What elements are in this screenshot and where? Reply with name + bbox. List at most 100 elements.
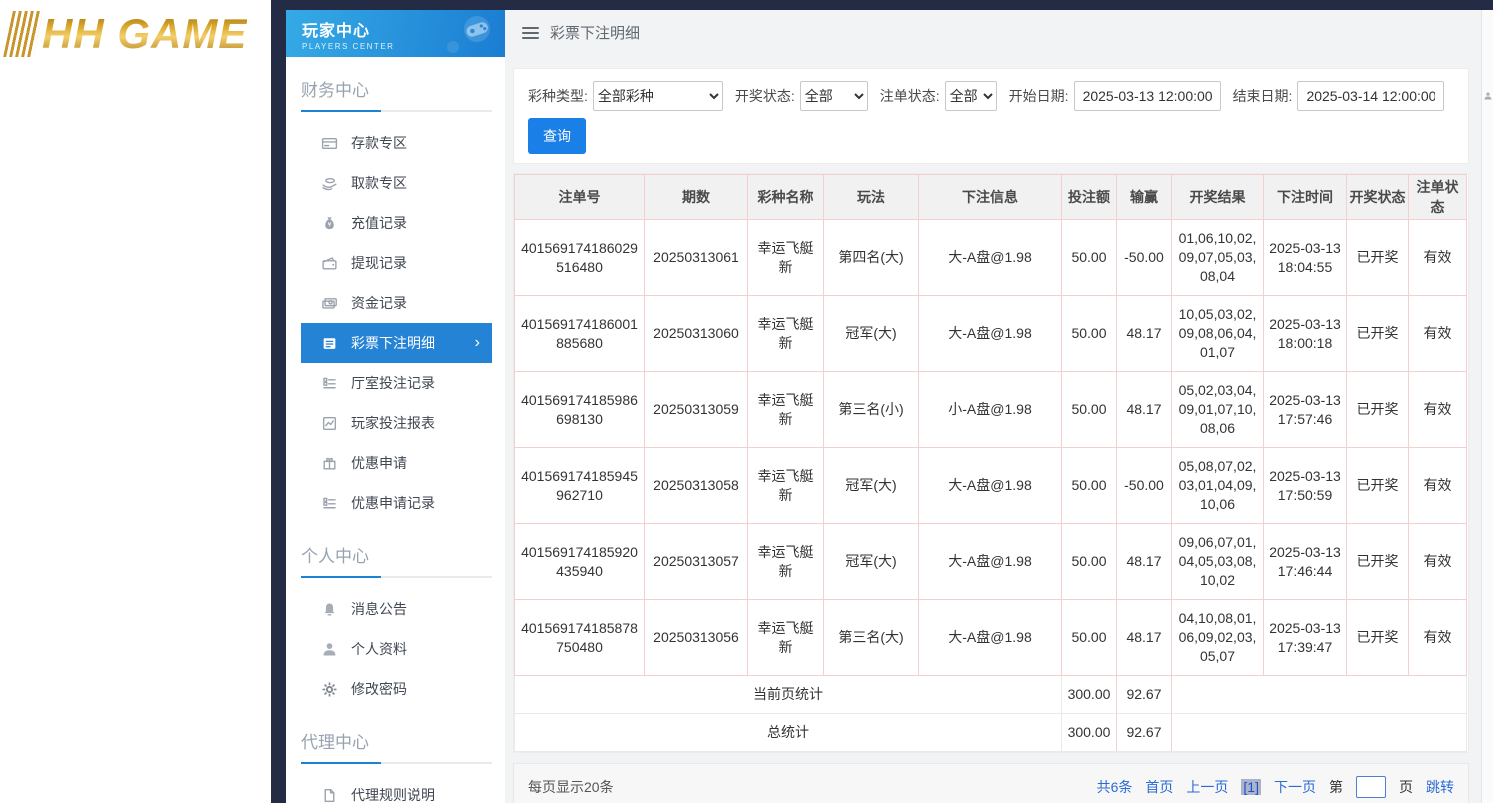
bet-status-label: 注单状态:: [880, 86, 940, 106]
sidebar-item-彩票下注明细[interactable]: 彩票下注明细›: [301, 323, 492, 363]
gift-icon: [321, 455, 338, 472]
summary-row: 当前页统计300.0092.67: [515, 676, 1467, 714]
report-chart-icon: [321, 415, 338, 432]
brand-logo[interactable]: HH GAME: [8, 8, 247, 60]
sidebar-item-优惠申请记录[interactable]: 优惠申请记录: [286, 483, 505, 523]
sidebar-item-存款专区[interactable]: 存款专区: [286, 123, 505, 163]
bet-status-select[interactable]: 全部: [945, 81, 997, 111]
table-cell: 20250313057: [645, 524, 748, 600]
sidebar-item-取款专区[interactable]: 取款专区: [286, 163, 505, 203]
column-header: 投注额: [1062, 175, 1117, 220]
table-cell: 05,08,07,02,03,01,04,09,10,06: [1172, 448, 1264, 524]
table-cell: 50.00: [1062, 448, 1117, 524]
sidebar-item-玩家投注报表[interactable]: 玩家投注报表: [286, 403, 505, 443]
table-cell: 有效: [1409, 220, 1467, 296]
sidebar-item-个人资料[interactable]: 个人资料: [286, 629, 505, 669]
prev-page-link[interactable]: 上一页: [1186, 777, 1228, 797]
logo-panel: HH GAME: [0, 0, 271, 803]
table-cell: 2025-03-13 17:57:46: [1264, 372, 1347, 448]
table-cell: 已开奖: [1347, 372, 1409, 448]
page-title: 彩票下注明细: [550, 22, 640, 43]
bet-table: 注单号期数彩种名称玩法下注信息投注额输赢开奖结果下注时间开奖状态注单状态 401…: [514, 174, 1467, 752]
current-page-indicator: [1]: [1241, 779, 1261, 795]
summary-empty: [1172, 676, 1467, 714]
jump-suffix-text: 页: [1399, 777, 1413, 797]
table-cell: 01,06,10,02,09,07,05,03,08,04: [1172, 220, 1264, 296]
sidebar-item-厅室投注记录[interactable]: 厅室投注记录: [286, 363, 505, 403]
table-cell: 有效: [1409, 372, 1467, 448]
table-row: 40156917418598669813020250313059幸运飞艇新第三名…: [515, 372, 1467, 448]
end-date-input[interactable]: [1297, 81, 1444, 111]
sidebar-item-消息公告[interactable]: 消息公告: [286, 589, 505, 629]
collapsed-right-rail[interactable]: [1481, 0, 1493, 803]
table-cell: 冠军(大): [824, 296, 919, 372]
table-cell: 2025-03-13 18:00:18: [1264, 296, 1347, 372]
table-row: 40156917418587875048020250313056幸运飞艇新第三名…: [515, 600, 1467, 676]
list-icon: [321, 495, 338, 512]
list-icon: [321, 375, 338, 392]
end-date-label: 结束日期:: [1233, 86, 1293, 106]
table-cell: 48.17: [1117, 600, 1172, 676]
draw-status-select[interactable]: 全部: [800, 81, 868, 111]
summary-bet-total: 300.00: [1062, 676, 1117, 714]
sidebar-item-优惠申请[interactable]: 优惠申请: [286, 443, 505, 483]
draw-status-label: 开奖状态:: [735, 86, 795, 106]
summary-empty: [1172, 714, 1467, 752]
column-header: 下注信息: [919, 175, 1062, 220]
sidebar-item-充值记录[interactable]: ¥ 充值记录: [286, 203, 505, 243]
table-cell: 有效: [1409, 524, 1467, 600]
table-cell: 2025-03-13 17:39:47: [1264, 600, 1347, 676]
table-cell: 小-A盘@1.98: [919, 372, 1062, 448]
table-cell: 20250313058: [645, 448, 748, 524]
column-header: 注单号: [515, 175, 645, 220]
wallet-icon: [321, 255, 338, 272]
hamburger-menu-icon[interactable]: [522, 27, 539, 39]
sidebar-item-label: 代理规则说明: [351, 785, 435, 803]
table-cell: 50.00: [1062, 372, 1117, 448]
jump-prefix-text: 第: [1329, 777, 1343, 797]
sidebar-item-修改密码[interactable]: 修改密码: [286, 669, 505, 709]
sidebar-item-label: 充值记录: [351, 213, 407, 233]
jump-button[interactable]: 跳转: [1426, 777, 1454, 797]
table-cell: 第三名(小): [824, 372, 919, 448]
filter-panel: 彩种类型: 全部彩种 开奖状态: 全部 注单状态: 全部 开始日期: 结束日期:…: [513, 68, 1469, 164]
sidebar-item-label: 提现记录: [351, 253, 407, 273]
summary-winloss-total: 92.67: [1117, 714, 1172, 752]
table-cell: 05,02,03,04,09,01,07,10,08,06: [1172, 372, 1264, 448]
summary-bet-total: 300.00: [1062, 714, 1117, 752]
column-header: 开奖结果: [1172, 175, 1264, 220]
table-cell: 401569174186029516480: [515, 220, 645, 296]
lottery-type-select[interactable]: 全部彩种: [593, 81, 723, 111]
table-cell: 幸运飞艇新: [748, 372, 824, 448]
sidebar-item-label: 厅室投注记录: [351, 373, 435, 393]
sidebar-item-label: 个人资料: [351, 639, 407, 659]
table-cell: 大-A盘@1.98: [919, 448, 1062, 524]
bet-detail-icon: [321, 335, 338, 352]
sidebar-item-label: 优惠申请记录: [351, 493, 435, 513]
table-cell: 2025-03-13 17:50:59: [1264, 448, 1347, 524]
sidebar-item-提现记录[interactable]: 提现记录: [286, 243, 505, 283]
sidebar-item-代理规则说明[interactable]: 代理规则说明: [286, 775, 505, 803]
summary-winloss-total: 92.67: [1117, 676, 1172, 714]
person-icon: [321, 641, 338, 658]
table-cell: 已开奖: [1347, 524, 1409, 600]
next-page-link[interactable]: 下一页: [1274, 777, 1316, 797]
section-title: 代理中心: [301, 728, 490, 753]
start-date-input[interactable]: [1074, 81, 1221, 111]
column-header: 输赢: [1117, 175, 1172, 220]
section-title: 财务中心: [301, 76, 490, 101]
moneybag-icon: ¥: [321, 215, 338, 232]
table-cell: 50.00: [1062, 600, 1117, 676]
gamepad-icon: [443, 14, 495, 57]
first-page-link[interactable]: 首页: [1145, 777, 1173, 797]
table-cell: 09,06,07,01,04,05,03,08,10,02: [1172, 524, 1264, 600]
table-cell: 已开奖: [1347, 220, 1409, 296]
page-jump-input[interactable]: [1356, 776, 1386, 798]
sidebar-item-label: 取款专区: [351, 173, 407, 193]
sidebar-item-label: 存款专区: [351, 133, 407, 153]
sidebar-item-资金记录[interactable]: 资金记录: [286, 283, 505, 323]
table-header-row: 注单号期数彩种名称玩法下注信息投注额输赢开奖结果下注时间开奖状态注单状态: [515, 175, 1467, 220]
search-button[interactable]: 查询: [528, 118, 586, 154]
table-cell: 大-A盘@1.98: [919, 524, 1062, 600]
page-size-text: 每页显示20条: [528, 777, 614, 797]
